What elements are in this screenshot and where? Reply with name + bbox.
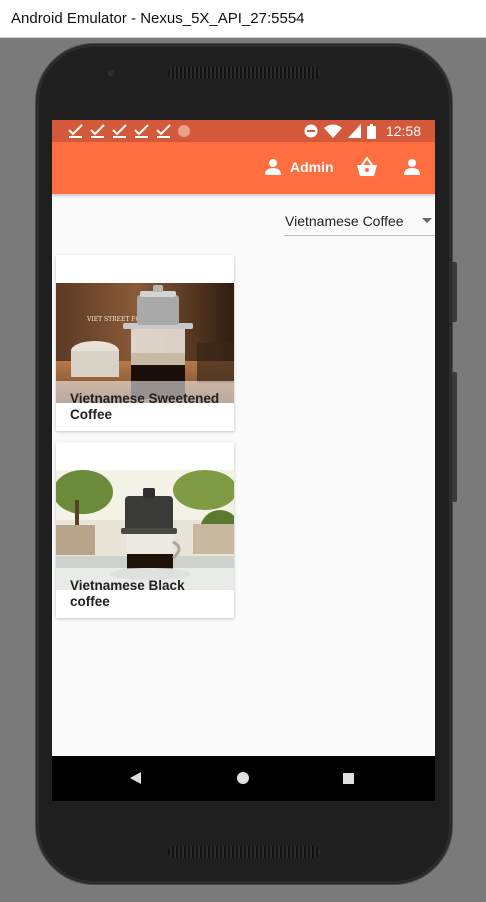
window-title: Android Emulator - Nexus_5X_API_27:5554: [11, 10, 305, 27]
basket-icon: [357, 156, 377, 176]
person-icon: [265, 159, 281, 175]
clock: 12:58: [385, 123, 421, 139]
signal-icon: [347, 124, 361, 138]
home-icon[interactable]: [237, 772, 249, 784]
check-icon: [90, 124, 105, 138]
front-camera: [106, 68, 116, 78]
product-name: Vietnamese Sweetened Coffee: [70, 391, 220, 422]
category-selected: Vietnamese Coffee: [285, 213, 404, 229]
category-dropdown[interactable]: Vietnamese Coffee: [284, 206, 435, 236]
product-card-sweetened-coffee[interactable]: VIET STREET FOODS Vietnamese Sweetened C…: [56, 255, 234, 431]
check-icon: [156, 124, 171, 138]
recents-icon[interactable]: [343, 773, 354, 784]
product-card-black-coffee[interactable]: Vietnamese Black coffee: [56, 442, 234, 618]
admin-label: Admin: [290, 159, 334, 175]
device-screen: 12:58 Admin Vietnamese Coffee VIET STREE…: [52, 120, 435, 801]
back-icon[interactable]: [130, 772, 141, 784]
app-bar: Admin: [52, 142, 435, 194]
status-bar: 12:58: [52, 120, 435, 142]
person-icon: [404, 159, 420, 175]
check-icon: [112, 124, 127, 138]
product-name: Vietnamese Black coffee: [70, 578, 185, 609]
dnd-icon: [304, 124, 318, 138]
top-speaker: [168, 67, 320, 79]
circle-icon: [178, 125, 190, 137]
wifi-icon: [323, 124, 342, 138]
check-icon: [134, 124, 149, 138]
bottom-speaker: [168, 846, 320, 858]
power-button[interactable]: [452, 372, 457, 502]
android-nav-bar: [52, 756, 435, 801]
emulator-title-bar: Android Emulator - Nexus_5X_API_27:5554: [0, 0, 486, 38]
volume-button[interactable]: [452, 262, 457, 322]
battery-icon: [366, 123, 376, 139]
check-icon: [68, 124, 83, 138]
system-status: 12:58: [304, 123, 421, 139]
notification-icons: [68, 123, 190, 138]
cart-button[interactable]: [356, 156, 378, 182]
account-button[interactable]: [403, 158, 421, 181]
chevron-down-icon: [422, 218, 432, 223]
admin-user-button[interactable]: Admin: [264, 158, 334, 176]
